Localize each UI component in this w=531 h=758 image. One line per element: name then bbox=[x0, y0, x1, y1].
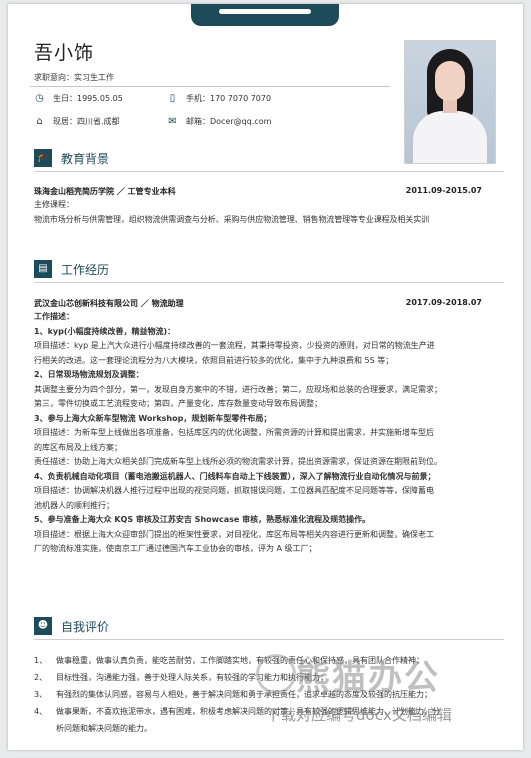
education-row: 珠海金山稻壳简历学院 ／ 工管专业本科 2011.09-2015.07 bbox=[34, 186, 502, 197]
evaluation-item: 4、 做事果断，不喜欢拖泥带水，遇有困难，积极考虑解决问题的对策，具有较强的逻辑思… bbox=[34, 707, 440, 716]
graduation-cap-icon: 🎓 bbox=[34, 149, 52, 167]
mail-icon: ✉ bbox=[168, 116, 177, 127]
evaluation-item: 1、 做事稳重，做事认真负责，能吃苦耐劳，工作脚踏实地，有较强的责任心和保持感，具… bbox=[34, 656, 424, 665]
candidate-name: 吾小饰 bbox=[34, 42, 95, 64]
evaluation-item: 2、 目标性强，沟通能力强，善于处理人际关系，有较强的学习能力和执行能力； bbox=[34, 673, 328, 682]
work-line: 行相关的改进。这一套理论流程分为八大模块，依照目前进行较多的优化，集中于九种浪费… bbox=[34, 355, 394, 365]
education-title: 教育背景 bbox=[61, 152, 110, 166]
location-text: 现居：四川省.成都 bbox=[53, 117, 120, 126]
work-details: 工作描述： 1、kyp(小幅度持续改善，精益物流)： 项目描述：kyp 是上汽大… bbox=[34, 310, 504, 557]
evaluation-title: 自我评价 bbox=[61, 620, 110, 634]
work-line: 其调整主要分为四个部分，第一，发现自身方案中的不错，进行改善；第二，应现场和总装… bbox=[34, 384, 442, 394]
work-desc-label: 工作描述： bbox=[34, 312, 74, 321]
location-info: ⌂ 现居：四川省.成都 bbox=[34, 116, 120, 127]
company-position: 武汉金山芯创新科技有限公司 ／ 物流助理 bbox=[34, 299, 184, 308]
home-icon: ⌂ bbox=[36, 116, 43, 127]
evaluation-section-header: ☻ 自我评价 bbox=[34, 617, 504, 640]
header-divider bbox=[30, 86, 390, 87]
work-divider bbox=[34, 282, 504, 283]
education-details: 主修课程： 物流市场分析与供需管理，组织物流供需调查与分析、采购与供应物流管理、… bbox=[34, 198, 504, 227]
work-line: 2、日常现场物流规划及调整： bbox=[34, 370, 144, 379]
education-section-header: 🎓 教育背景 bbox=[34, 149, 504, 172]
work-date: 2017.09-2018.07 bbox=[405, 298, 482, 307]
work-line: 项目描述：协调解决机器人推行过程中出现的视觉问题，抓取错误问题，工位器具匹配度不… bbox=[34, 486, 434, 495]
work-line: 5、参与准备上海大众 KQS 审核及江苏安吉 Showcase 审核，熟悉标准化… bbox=[34, 515, 371, 524]
courses-text: 物流市场分析与供需管理，组织物流供需调查与分析、采购与供应物流管理、销售物流管理… bbox=[34, 214, 429, 224]
evaluation-item: 3、 有强烈的集体认同感，容易与人相处，善于解决问题和勇于承担责任，追求卓越的态度… bbox=[34, 690, 432, 699]
work-line: 池机器人的顺利推行； bbox=[34, 500, 114, 510]
work-line: 1、kyp(小幅度持续改善，精益物流)： bbox=[34, 326, 176, 336]
phone-info: ▯ 手机：170 7070 7070 bbox=[167, 93, 271, 104]
work-line: 项目描述：为新车型上线做出各项准备，包括库区内的优化调整，所需资源的计算和提出需… bbox=[34, 428, 434, 437]
work-line: 项目描述：kyp 是上汽大众进行小幅度持续改善的一套流程，其秉持零投资，少投资的… bbox=[34, 341, 435, 350]
profile-photo bbox=[404, 40, 496, 164]
job-intent: 求职意向：实习生工作 bbox=[34, 73, 114, 82]
email-text: 邮箱：Docer@qq.com bbox=[186, 117, 272, 126]
top-tab-bar bbox=[219, 9, 311, 14]
evaluation-list: 1、 做事稳重，做事认真负责，能吃苦耐劳，工作脚踏实地，有较强的责任心和保持感，具… bbox=[34, 652, 504, 737]
evaluation-item: 析问题和解决问题的能力。 bbox=[56, 724, 152, 733]
person-icon: ☻ bbox=[34, 617, 52, 635]
birthday-text: 生日：1995.05.05 bbox=[53, 94, 123, 103]
education-divider bbox=[34, 171, 504, 172]
work-line: 项目描述：根据上海大众迎审部门提出的框架性要求，对目视化，库区布局等相关内容进行… bbox=[34, 529, 434, 539]
email-info: ✉ 邮箱：Docer@qq.com bbox=[167, 116, 271, 127]
clock-icon: ◷ bbox=[35, 93, 44, 104]
work-line: 3、参与上海大众新车型物流 Workshop，规划新车型零件布局； bbox=[34, 413, 272, 423]
phone-icon: ▯ bbox=[169, 93, 176, 104]
work-title: 工作经历 bbox=[61, 263, 110, 277]
school-major: 珠海金山稻壳简历学院 ／ 工管专业本科 bbox=[34, 187, 176, 196]
courses-label: 主修课程： bbox=[34, 200, 74, 209]
briefcase-icon: ▤ bbox=[34, 260, 52, 278]
work-line: 责任描述：协助上海大众相关部门完成新车型上线所必须的物流需求计算，提出资源需求，… bbox=[34, 457, 442, 466]
phone-text: 手机：170 7070 7070 bbox=[186, 94, 272, 103]
work-row: 武汉金山芯创新科技有限公司 ／ 物流助理 2017.09-2018.07 bbox=[34, 298, 502, 309]
education-date: 2011.09-2015.07 bbox=[405, 186, 482, 195]
work-section-header: ▤ 工作经历 bbox=[34, 260, 504, 283]
top-tab bbox=[191, 4, 339, 26]
work-line: 第三，零件切换或工艺流程变动；第四，产量变化，库存数量变动导致布局调整； bbox=[34, 399, 322, 408]
evaluation-divider bbox=[34, 639, 504, 640]
work-line: 的库区布局及上线方案； bbox=[34, 442, 122, 452]
birthday-info: ◷ 生日：1995.05.05 bbox=[34, 93, 123, 104]
resume-page: 吾小饰 求职意向：实习生工作 ◷ 生日：1995.05.05 ▯ 手机：170 … bbox=[8, 4, 523, 750]
work-line: 厂的物流标准实施，使南京工厂通过德国汽车工业协会的审核，评为 A 级工厂； bbox=[34, 544, 317, 553]
work-line: 4、负责机械自动化项目（蓄电池搬运机器人、门线料车自动上下线装置），深入了解物流… bbox=[34, 471, 436, 481]
